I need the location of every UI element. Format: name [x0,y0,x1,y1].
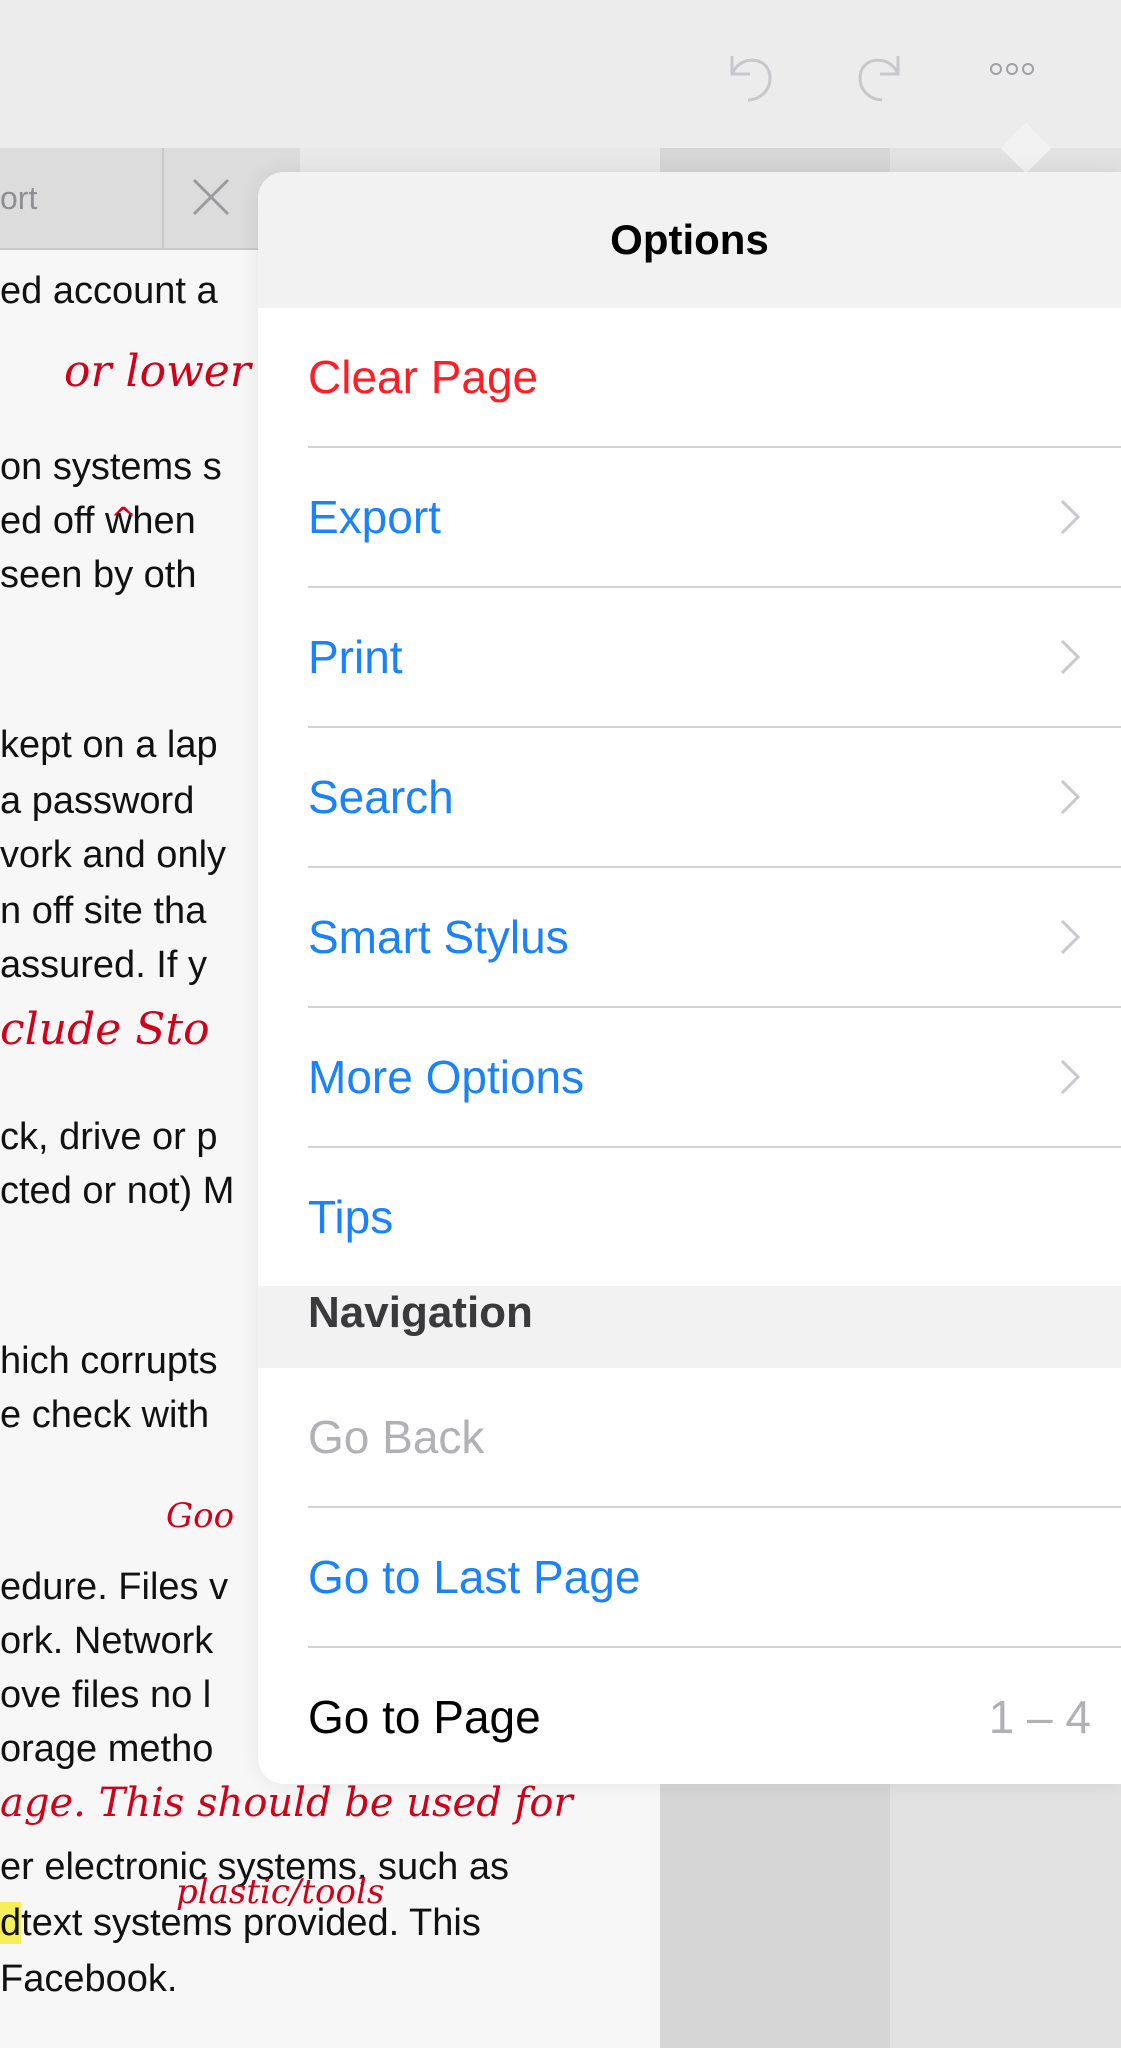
chevron-right-icon [1060,499,1081,535]
ink-annotation: Goo [166,1496,235,1536]
chevron-right-icon [1060,639,1081,675]
option-tips[interactable]: Tips [308,1148,1121,1286]
document-line: assured. If y [0,944,207,986]
option-print[interactable]: Print [308,588,1121,728]
option-label: Search [308,771,454,823]
chevron-right-icon [1060,779,1081,815]
ink-annotation: age. This should be used for [0,1780,573,1826]
highlighted-text: d [0,1902,22,1944]
nav-go-back[interactable]: Go Back [308,1368,1121,1508]
popover-title: Options [258,172,1121,308]
options-list: Clear Page Export Print Search Smart Sty… [258,308,1121,1286]
tab-divider [162,148,164,248]
document-line: ork. Network [0,1620,214,1662]
document-line: ck, drive or p [0,1116,218,1158]
option-label: Smart Stylus [308,911,569,963]
redo-icon[interactable] [852,44,912,104]
option-clear-page[interactable]: Clear Page [308,308,1121,448]
option-label: Export [308,491,441,543]
document-line: seen by oth [0,554,197,596]
option-label: Tips [308,1191,394,1243]
document-line: a password [0,780,195,822]
option-label: Clear Page [308,351,539,403]
undo-icon[interactable] [718,44,778,104]
document-line: on systems s [0,446,222,488]
option-label: Print [308,631,403,683]
ink-annotation: clude Sto [0,1004,210,1055]
ink-annotation: ^ [110,500,137,538]
navigation-list: Go Back Go to Last Page Go to Page 1 – 4 [258,1368,1121,1784]
ink-annotation: or lower [64,346,251,397]
nav-go-to-page[interactable]: Go to Page 1 – 4 [308,1648,1121,1784]
document-line: hich corrupts [0,1340,218,1382]
document-tab[interactable]: ort [0,148,300,250]
nav-go-to-last-page[interactable]: Go to Last Page [308,1508,1121,1648]
document-line: cted or not) M [0,1170,235,1212]
document-line: ed account a [0,270,218,312]
document-line: edure. Files v [0,1566,229,1608]
option-smart-stylus[interactable]: Smart Stylus [308,868,1121,1008]
options-popover: Options Clear Page Export Print Search S… [258,172,1121,1784]
tab-label: ort [0,180,38,216]
top-toolbar [0,0,1121,148]
navigation-header: Navigation [308,1288,533,1337]
page-range: 1 – 4 [988,1691,1091,1743]
document-line: kept on a lap [0,724,218,766]
chevron-right-icon [1060,919,1081,955]
document-line: Facebook. [0,1958,178,2000]
option-label: More Options [308,1051,585,1103]
option-more-options[interactable]: More Options [308,1008,1121,1148]
option-export[interactable]: Export [308,448,1121,588]
document-line: orage metho [0,1728,214,1770]
document-line: vork and only [0,834,227,876]
nav-label: Go Back [308,1411,485,1463]
option-search[interactable]: Search [308,728,1121,868]
nav-label: Go to Last Page [308,1551,641,1603]
chevron-right-icon [1060,1059,1081,1095]
close-icon[interactable] [190,176,232,218]
nav-label: Go to Page [308,1691,541,1743]
document-line: e check with [0,1394,210,1436]
more-options-icon[interactable] [990,62,1050,92]
document-line: ove files no l [0,1674,212,1716]
document-line: ed off when [0,500,196,542]
document-line: n off site tha [0,890,207,932]
ink-annotation: plastic/tools [176,1872,385,1912]
